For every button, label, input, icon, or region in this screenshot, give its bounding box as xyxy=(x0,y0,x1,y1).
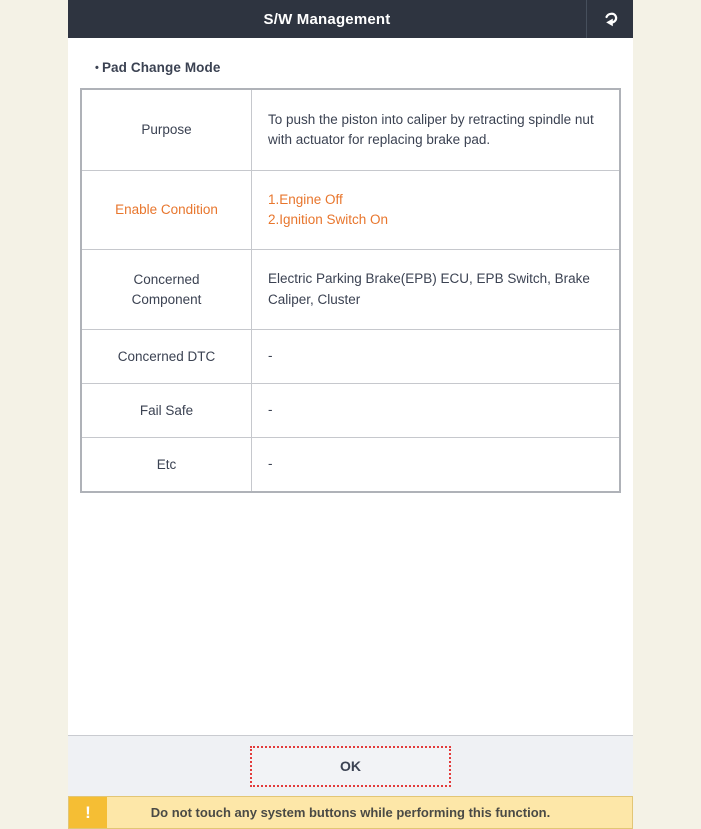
info-table: Purpose To push the piston into caliper … xyxy=(80,88,621,493)
warning-message: Do not touch any system buttons while pe… xyxy=(150,805,551,820)
table-row: Fail Safe - xyxy=(80,383,621,438)
sw-management-screen: S/W Management • Pad Change Mode Purpose … xyxy=(68,0,633,829)
content-pane: • Pad Change Mode Purpose To push the pis… xyxy=(68,38,633,736)
row-value-line: Electric Parking Brake(EPB) ECU, EPB Swi… xyxy=(268,271,590,307)
row-value-line: - xyxy=(268,402,273,418)
row-label: Etc xyxy=(80,437,252,493)
bullet-icon: • xyxy=(95,62,99,74)
row-value: 1.Engine Off 2.Ignition Switch On xyxy=(251,170,621,250)
row-value-line: 2.Ignition Switch On xyxy=(268,212,389,227)
row-value-line: 1.Engine Off xyxy=(268,191,343,207)
table-row: Concerned DTC - xyxy=(80,329,621,384)
ok-button[interactable]: OK xyxy=(250,745,451,787)
section-heading-label: Pad Change Mode xyxy=(101,60,221,75)
row-value: - xyxy=(251,437,621,493)
row-value: - xyxy=(251,383,621,438)
row-label-line: Component xyxy=(131,291,202,307)
return-arrow-icon xyxy=(599,8,621,30)
table-row: Purpose To push the piston into caliper … xyxy=(80,88,621,171)
page-title: S/W Management xyxy=(263,10,391,28)
table-row: Enable Condition 1.Engine Off 2.Ignition… xyxy=(80,170,621,250)
row-value-line: - xyxy=(268,456,273,472)
back-button[interactable] xyxy=(586,0,633,38)
row-label: Fail Safe xyxy=(80,383,252,438)
exclamation-icon: ! xyxy=(69,797,107,828)
row-label: Enable Condition xyxy=(80,170,252,250)
table-row: Etc - xyxy=(80,437,621,493)
row-label: Concerned Component xyxy=(80,249,252,330)
row-value: Electric Parking Brake(EPB) ECU, EPB Swi… xyxy=(251,249,621,330)
table-row: Concerned Component Electric Parking Bra… xyxy=(80,249,621,330)
row-label: Purpose xyxy=(80,88,252,171)
title-bar: S/W Management xyxy=(68,0,633,38)
footer-bar: OK xyxy=(68,736,633,796)
section-heading: • Pad Change Mode xyxy=(68,38,633,75)
warning-bar: ! Do not touch any system buttons while … xyxy=(68,796,633,829)
row-value: To push the piston into caliper by retra… xyxy=(251,88,621,171)
row-label-line: Concerned xyxy=(133,271,200,287)
row-label: Concerned DTC xyxy=(80,329,252,384)
row-value-line: To push the piston into caliper by retra… xyxy=(268,111,594,147)
row-value: - xyxy=(251,329,621,384)
row-value-line: - xyxy=(268,348,273,364)
